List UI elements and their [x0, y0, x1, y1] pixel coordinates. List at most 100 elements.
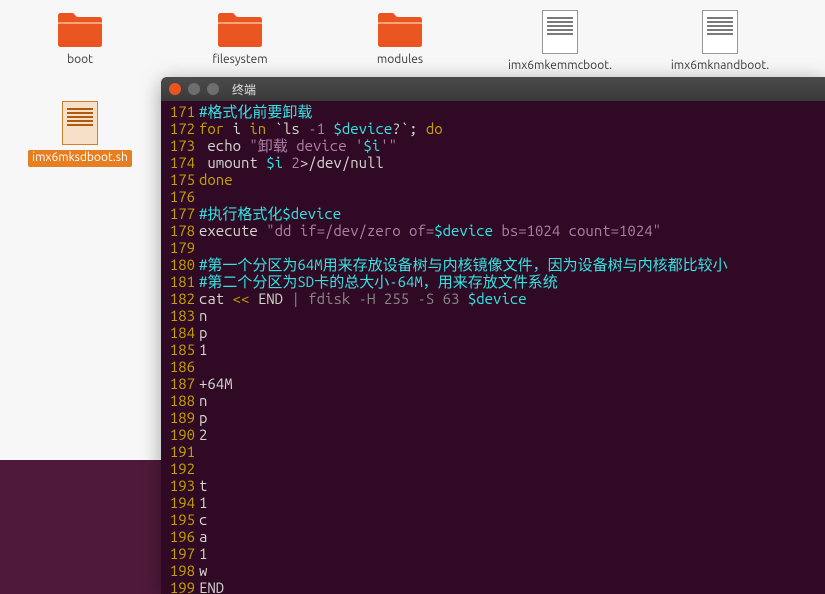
code-token: for: [199, 120, 224, 137]
line-number: 178: [161, 222, 199, 239]
code-line: 195c: [161, 511, 825, 528]
code-token: i: [224, 120, 249, 137]
code-token: do: [426, 120, 443, 137]
code-line: 178execute "dd if=/dev/zero of=$device b…: [161, 222, 825, 239]
code-token: 1: [199, 494, 207, 511]
desktop-item-label: filesystem: [212, 53, 267, 67]
line-number: 187: [161, 375, 199, 392]
line-number: 193: [161, 477, 199, 494]
code-token: n: [199, 307, 207, 324]
code-line: 183n: [161, 307, 825, 324]
line-number: 186: [161, 358, 199, 375]
line-number: 188: [161, 392, 199, 409]
maximize-icon[interactable]: [207, 83, 219, 95]
line-number: 175: [161, 171, 199, 188]
code-line: 1941: [161, 494, 825, 511]
code-token: <<: [233, 290, 250, 307]
terminal-title: 终端: [232, 81, 256, 98]
minimize-icon[interactable]: [188, 83, 200, 95]
desktop-item[interactable]: imx6mkemmcboot.: [480, 10, 640, 73]
line-number: 196: [161, 528, 199, 545]
code-token: 1: [199, 341, 207, 358]
code-token: $device: [468, 290, 527, 307]
desktop-item-label: modules: [377, 53, 423, 67]
line-number: 194: [161, 494, 199, 511]
line-number: 177: [161, 205, 199, 222]
terminal-window[interactable]: 终端 171#格式化前要卸载172for i in `ls -1 $device…: [161, 77, 825, 594]
desktop-item-label: imx6mknandboot.: [671, 59, 769, 73]
line-number: 189: [161, 409, 199, 426]
code-line: 189p: [161, 409, 825, 426]
desktop-item[interactable]: boot: [0, 10, 160, 67]
desktop-item-label: imx6mksdboot.sh: [28, 150, 132, 166]
line-number: 198: [161, 562, 199, 579]
code-token: `ls: [266, 120, 308, 137]
folder-icon: [216, 10, 264, 48]
desktop-item-label: boot: [67, 53, 93, 67]
code-token: cat: [199, 290, 233, 307]
line-number: 192: [161, 460, 199, 477]
desktop-item[interactable]: imx6mknandboot.: [640, 10, 800, 73]
code-token: >/dev/null: [300, 154, 384, 171]
code-line: 172for i in `ls -1 $device?`; do: [161, 120, 825, 137]
code-line: 175done: [161, 171, 825, 188]
line-number: 171: [161, 103, 199, 120]
code-token: #第一个分区为64M用来存放设备树与内核镜像文件，因为设备树与内核都比较小: [199, 256, 728, 273]
script-file-icon: [62, 101, 98, 145]
folder-icon: [56, 10, 104, 48]
line-number: 173: [161, 137, 199, 154]
code-token: n: [199, 392, 207, 409]
code-line: 187+64M: [161, 375, 825, 392]
code-line: 1902: [161, 426, 825, 443]
line-number: 199: [161, 579, 199, 594]
code-token: bs=1024 count=1024": [493, 222, 661, 239]
code-line: 192: [161, 460, 825, 477]
desktop-item[interactable]: filesystem: [160, 10, 320, 67]
code-line: 184p: [161, 324, 825, 341]
code-token: p: [199, 324, 207, 341]
line-number: 183: [161, 307, 199, 324]
terminal-content[interactable]: 171#格式化前要卸载172for i in `ls -1 $device?`;…: [161, 101, 825, 594]
code-line: 198w: [161, 562, 825, 579]
desktop-item-label: imx6mkemmcboot.: [508, 59, 612, 73]
code-token: $device: [333, 120, 392, 137]
line-number: 195: [161, 511, 199, 528]
code-line: 176: [161, 188, 825, 205]
code-line: 173 echo "卸载 device '$i'": [161, 137, 825, 154]
code-token: p: [199, 409, 207, 426]
code-line: 199END: [161, 579, 825, 594]
code-token: #第二个分区为SD卡的总大小-64M，用来存放文件系统: [199, 273, 558, 290]
line-number: 184: [161, 324, 199, 341]
code-line: 182cat << END | fdisk -H 255 -S 63 $devi…: [161, 290, 825, 307]
line-number: 197: [161, 545, 199, 562]
code-token: #格式化前要卸载: [199, 103, 312, 120]
line-number: 180: [161, 256, 199, 273]
code-line: 196a: [161, 528, 825, 545]
code-token: $i: [266, 154, 283, 171]
code-line: 180#第一个分区为64M用来存放设备树与内核镜像文件，因为设备树与内核都比较小: [161, 256, 825, 273]
code-token: execute: [199, 222, 266, 239]
line-number: 182: [161, 290, 199, 307]
code-token: END: [249, 290, 291, 307]
code-token: '": [380, 137, 397, 154]
desktop-item[interactable]: imx6mksdboot.sh: [0, 101, 160, 166]
code-token: t: [199, 477, 207, 494]
line-number: 185: [161, 341, 199, 358]
code-token: #执行格式化$device: [199, 205, 341, 222]
terminal-titlebar[interactable]: 终端: [161, 77, 825, 101]
desktop-item[interactable]: modules: [320, 10, 480, 67]
code-token: echo: [199, 137, 249, 154]
folder-icon: [376, 10, 424, 48]
line-number: 179: [161, 239, 199, 256]
code-token: "卸载 device ': [249, 137, 363, 154]
code-token: -1: [308, 120, 325, 137]
code-line: 179: [161, 239, 825, 256]
code-token: $i: [363, 137, 380, 154]
script-file-icon: [702, 10, 738, 54]
close-icon[interactable]: [169, 83, 181, 95]
code-line: 181#第二个分区为SD卡的总大小-64M，用来存放文件系统: [161, 273, 825, 290]
code-token: a: [199, 528, 207, 545]
code-token: w: [199, 562, 207, 579]
line-number: 191: [161, 443, 199, 460]
code-token: c: [199, 511, 207, 528]
